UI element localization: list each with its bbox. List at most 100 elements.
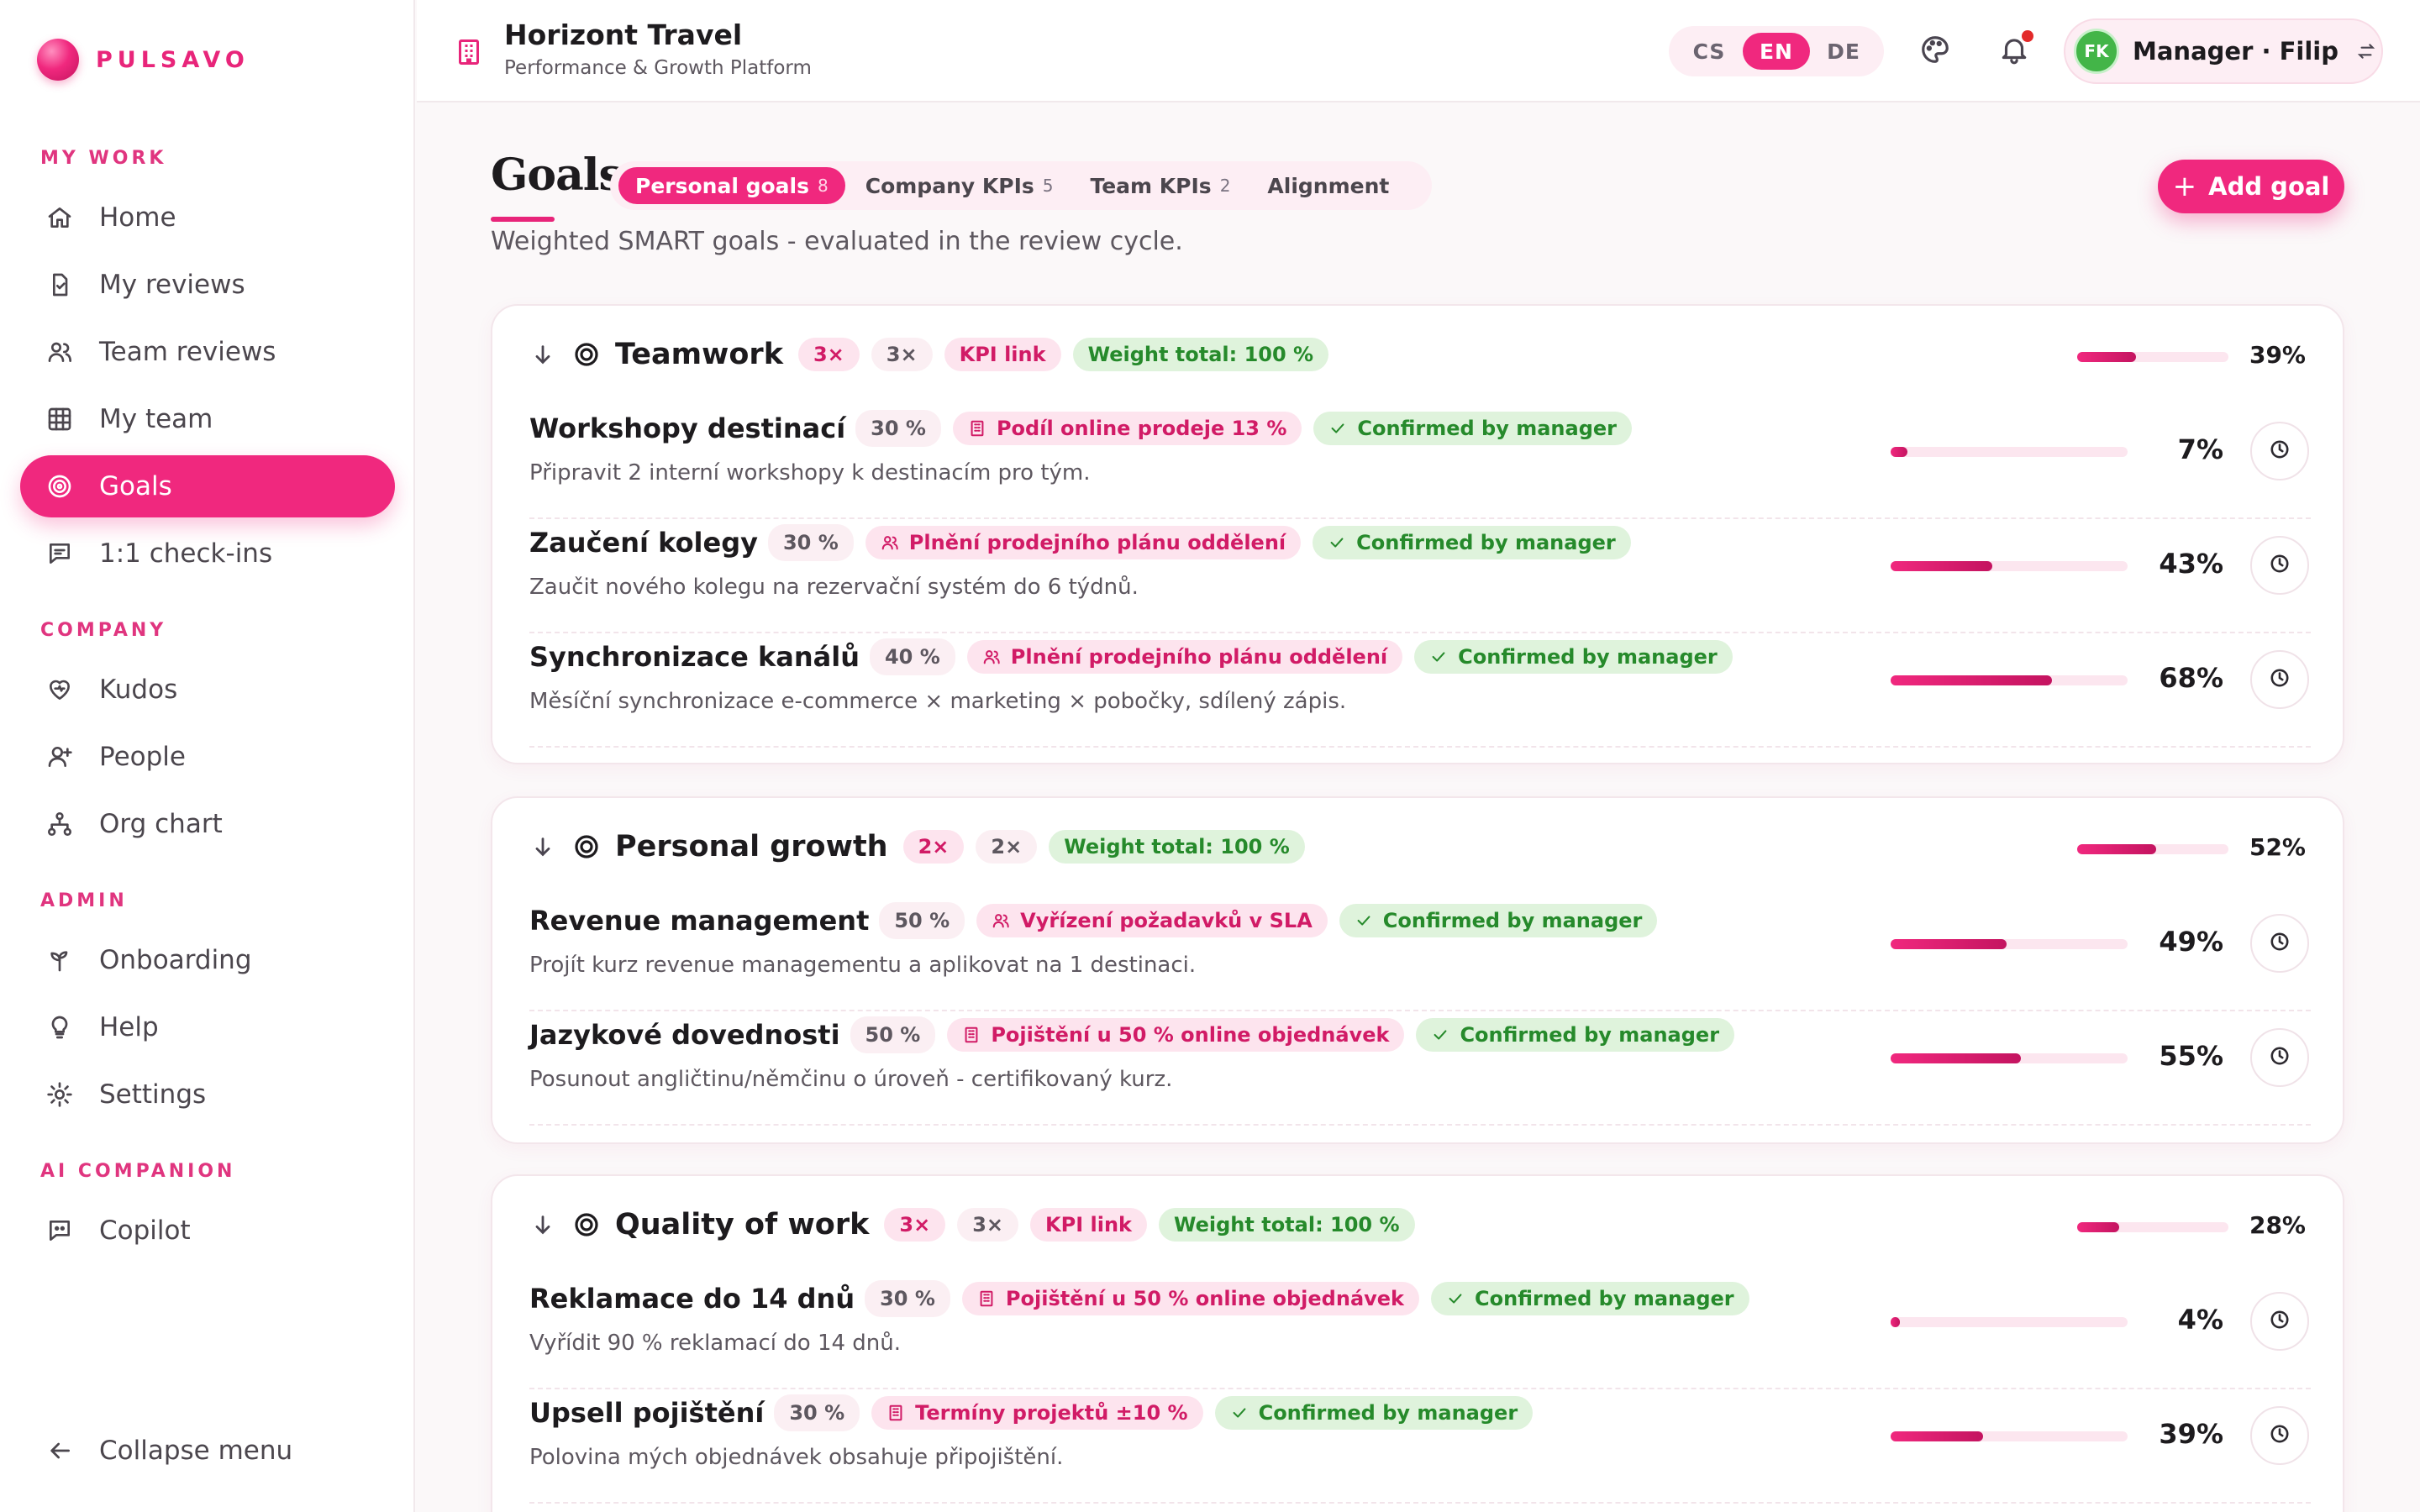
goal-kpi-link[interactable]: Pojištění u 50 % online objednávek [947, 1018, 1405, 1052]
goal-title[interactable]: Reklamace do 14 dnů [529, 1283, 855, 1315]
add-goal-label: Add goal [2208, 172, 2330, 201]
sidebar-item-kudos[interactable]: Kudos [20, 659, 395, 721]
goal-row[interactable]: Zaučení kolegy 30 % Plnění prodejního plán… [529, 519, 2311, 633]
tab-count: 5 [1042, 176, 1054, 196]
goal-weight-badge: 30 % [865, 1280, 950, 1317]
goal-title[interactable]: Upsell pojištění [529, 1397, 764, 1429]
sidebar-item-people[interactable]: People [20, 726, 395, 788]
goal-kpi-link[interactable]: Pojištění u 50 % online objednávek [961, 1282, 1420, 1315]
sidebar-item-team-reviews[interactable]: Team reviews [20, 321, 395, 383]
user-menu[interactable]: FK Manager · Filip [2064, 18, 2383, 84]
palette-icon[interactable] [1919, 34, 1954, 69]
goal-kpi-link[interactable]: Plnění prodejního plánu oddělení [865, 526, 1302, 559]
tab-personal-goals[interactable]: Personal goals 8 [618, 167, 845, 204]
tab-team-kpis[interactable]: Team KPIs 2 [1073, 167, 1247, 204]
sidebar-item-help[interactable]: Help [20, 996, 395, 1058]
goal-history-button[interactable] [2250, 650, 2309, 709]
goal-row[interactable]: Upsell pojištění 30 % Termíny projektů ±10… [529, 1389, 2311, 1504]
goal-row[interactable]: Revenue management 50 % Vyřízení požadavků… [529, 897, 2311, 1011]
sidebar-item-my-reviews[interactable]: My reviews [20, 254, 395, 316]
language-cs[interactable]: CS [1676, 33, 1743, 70]
goal-kpi-link[interactable]: Termíny projektů ±10 % [871, 1396, 1203, 1430]
tab-company-kpis[interactable]: Company KPIs 5 [849, 167, 1071, 204]
goal-title[interactable]: Revenue management [529, 905, 869, 937]
clock-icon [2269, 667, 2291, 692]
goal-status-label: Confirmed by manager [1475, 1287, 1734, 1310]
goal-title[interactable]: Zaučení kolegy [529, 527, 758, 559]
lightbulb-icon [45, 1013, 74, 1042]
goal-status-label: Confirmed by manager [1356, 531, 1616, 554]
category-chip: 3× [871, 338, 933, 371]
clock-icon [2269, 1423, 2291, 1448]
language-switcher: CS EN DE [1669, 26, 1884, 76]
target-icon [45, 472, 74, 501]
tab-alignment[interactable]: Alignment [1250, 167, 1406, 204]
goal-title[interactable]: Synchronizace kanálů [529, 641, 860, 673]
goal-history-button[interactable] [2250, 1028, 2309, 1087]
page-subtitle: Weighted SMART goals - evaluated in the … [491, 227, 1183, 256]
sidebar-item-my-team[interactable]: My team [20, 388, 395, 450]
goal-progress-bar [1891, 1317, 2128, 1327]
avatar: FK [2074, 29, 2119, 74]
goal-title[interactable]: Workshopy destinací [529, 412, 845, 444]
goal-kpi-link[interactable]: Vyřízení požadavků v SLA [976, 904, 1328, 937]
goal-title-line: Revenue management 50 % Vyřízení požadavků… [529, 900, 1669, 941]
category-chip: 3× [957, 1208, 1019, 1242]
check-icon [1328, 419, 1347, 438]
goal-row[interactable]: Synchronizace kanálů 40 % Plnění prodejníh… [529, 633, 2311, 748]
sidebar-item-org-chart[interactable]: Org chart [20, 793, 395, 855]
sidebar-item-label: Team reviews [99, 337, 276, 367]
goal-history-button[interactable] [2250, 536, 2309, 595]
goal-progress-bar [1891, 447, 2128, 457]
sidebar-item-home[interactable]: Home [20, 186, 395, 249]
users-icon [982, 648, 1001, 666]
language-en[interactable]: EN [1743, 33, 1810, 70]
goal-history-button[interactable] [2250, 422, 2309, 480]
goal-title-line: Zaučení kolegy 30 % Plnění prodejního plán… [529, 522, 1643, 563]
goal-row[interactable]: Reklamace do 14 dnů 30 % Pojištění u 50 % … [529, 1275, 2311, 1389]
add-goal-button[interactable]: + Add goal [2158, 160, 2344, 213]
goal-kpi-label: Pojištění u 50 % online objednávek [1005, 1287, 1405, 1310]
goal-history-button[interactable] [2250, 1406, 2309, 1465]
category-progress-value: 28% [2249, 1211, 2306, 1239]
goal-progress-value: 55% [2159, 1040, 2223, 1072]
goal-status-badge: Confirmed by manager [1339, 904, 1658, 937]
sidebar-item-copilot[interactable]: Copilot [20, 1200, 395, 1262]
goal-kpi-link[interactable]: Podíl online prodeje 13 % [952, 412, 1302, 445]
chat-icon [45, 539, 74, 568]
check-icon [1431, 1026, 1449, 1044]
goal-progress-bar [1891, 1431, 2128, 1441]
language-de[interactable]: DE [1810, 33, 1877, 70]
sidebar-item-settings[interactable]: Settings [20, 1063, 395, 1126]
goal-history-button[interactable] [2250, 914, 2309, 973]
collapse-chevron-icon[interactable] [531, 835, 555, 858]
user-name: Manager · Filip [2133, 37, 2338, 66]
clipboard-check-icon [45, 270, 74, 299]
goal-row[interactable]: Jazykové dovednosti 50 % Pojištění u 50 % … [529, 1011, 2311, 1126]
goal-kpi-label: Termíny projektů ±10 % [915, 1401, 1188, 1425]
sidebar-item-onboarding[interactable]: Onboarding [20, 929, 395, 991]
sidebar-item-checkins[interactable]: 1:1 check-ins [20, 522, 395, 585]
category-progress-value: 39% [2249, 341, 2306, 369]
goal-kpi-link[interactable]: Plnění prodejního plánu oddělení [966, 640, 1403, 674]
sidebar-item-goals[interactable]: Goals [20, 455, 395, 517]
collapse-menu-button[interactable]: Collapse menu [20, 1420, 395, 1482]
goal-title[interactable]: Jazykové dovednosti [529, 1019, 840, 1051]
notifications-bell-icon[interactable] [1998, 30, 2033, 69]
category-chip: Weight total: 100 % [1049, 830, 1305, 864]
plus-icon: + [2172, 170, 2197, 203]
goal-row[interactable]: Workshopy destinací 30 % Podíl online prod… [529, 405, 2311, 519]
collapse-chevron-icon[interactable] [531, 343, 555, 366]
notification-dot [2022, 30, 2033, 42]
goal-description: Připravit 2 interní workshopy k destinac… [529, 460, 1091, 486]
section-ai-companion: AI COMPANION [40, 1161, 236, 1182]
goal-status-label: Confirmed by manager [1357, 417, 1617, 440]
goal-history-button[interactable] [2250, 1292, 2309, 1351]
sidebar-item-label: Settings [99, 1079, 207, 1110]
brand[interactable]: PULSAVO [37, 39, 250, 81]
collapse-chevron-icon[interactable] [531, 1213, 555, 1236]
top-header: Horizont Travel Performance & Growth Pla… [417, 0, 2420, 102]
category-title: Teamwork [615, 338, 783, 371]
sidebar-item-label: My reviews [99, 270, 245, 300]
goal-progress-value: 7% [2177, 433, 2223, 465]
